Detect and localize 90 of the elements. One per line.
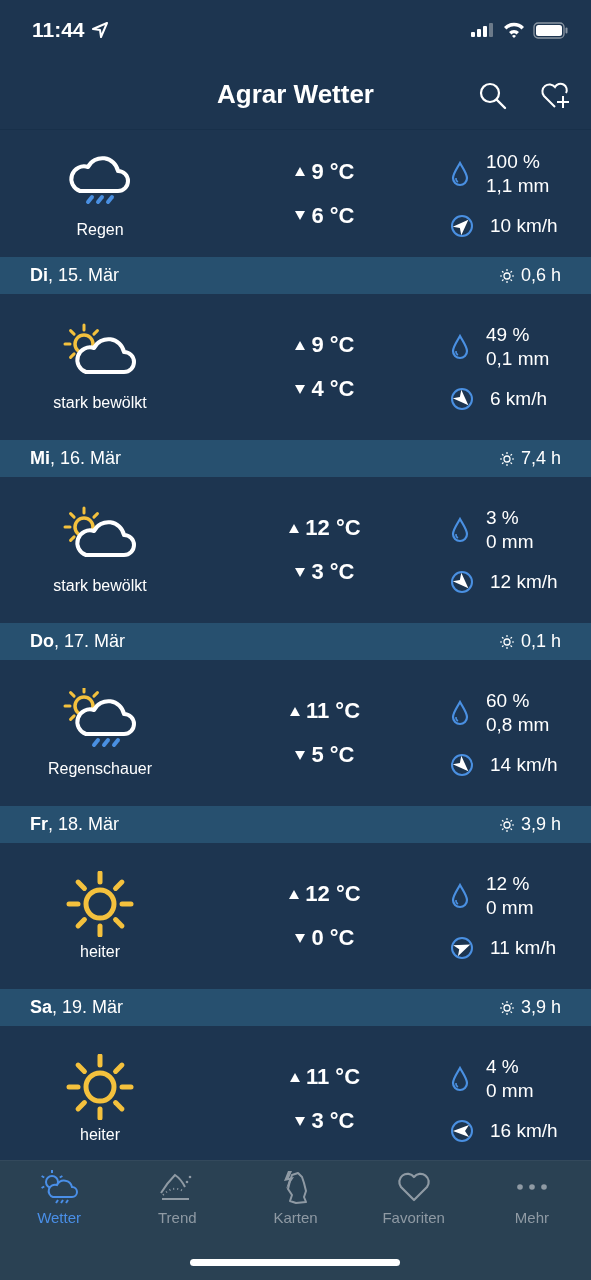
raindrop-icon [450,517,470,543]
sun-icon [498,450,515,467]
wind-speed: 11 km/h [490,937,557,959]
low-temperature: 6 °C [311,202,355,229]
low-temperature: 0 °C [311,925,355,951]
status-time: 11:44 [32,18,85,42]
wind-direction-icon [450,1119,474,1143]
tab-bar-item[interactable]: Favoriten [354,1169,473,1229]
weather-condition: Regen [76,220,124,239]
high-temperature: 11 °C [305,1064,361,1090]
wind-direction-icon [450,387,474,411]
tab-bar-item[interactable]: Karten [236,1169,355,1229]
up-triangle-icon [289,706,300,716]
high-temperature: 11 °C [305,698,361,724]
raindrop-icon [450,160,470,187]
wind-direction-icon [450,753,474,777]
up-triangle-icon [289,523,300,533]
precipitation-chance: 100 % [486,149,541,174]
day-date: Do, 17. Mär [30,631,126,652]
precipitation-amount: 0,8 mm [486,713,550,737]
sunshine-hours: 7,4 h [520,448,561,469]
up-triangle-icon [289,889,300,899]
tab-bar-item[interactable]: Wetter [0,1169,119,1229]
wind-speed: 14 km/h [490,754,558,776]
down-triangle-icon [295,750,306,760]
day-date: Di, 15. Mär [30,265,120,286]
sunshine-hours: 0,6 h [520,265,561,286]
raindrop-icon [450,883,470,909]
down-triangle-icon [295,933,306,943]
search-icon[interactable] [479,82,507,110]
more-icon [516,1184,547,1190]
raindrop-icon [450,334,470,360]
add-favorite-icon[interactable] [541,82,571,110]
sunshine-hours: 3,9 h [520,997,561,1018]
raindrop-icon [450,1066,470,1092]
down-triangle-icon [295,384,306,394]
down-triangle-icon [295,567,306,577]
signal-icon [471,23,495,37]
sun-icon [498,999,515,1016]
up-triangle-icon [289,1072,300,1082]
precipitation-chance: 4 % [486,1055,520,1079]
down-triangle-icon [295,1116,306,1126]
precipitation-chance: 3 % [486,506,520,530]
app-title: Agrar Wetter [217,79,374,110]
low-temperature: 3 °C [311,1108,355,1134]
precipitation-chance: 12 % [486,872,531,896]
tab-bar-item[interactable]: Mehr [472,1169,591,1229]
day-date: Mi, 16. Mär [30,448,122,469]
precipitation-amount: 0 mm [486,1079,534,1103]
high-temperature: 9 °C [311,332,355,358]
wind-speed: 16 km/h [490,1120,558,1142]
precipitation-amount: 1,1 mm [486,173,550,198]
down-triangle-icon [295,211,306,220]
sun-icon [498,816,515,833]
precipitation-amount: 0 mm [486,896,534,920]
precipitation-chance: 49 % [486,323,531,347]
precipitation-amount: 0 mm [486,530,534,554]
day-date: Fr, 18. Mär [30,814,120,835]
low-temperature: 3 °C [311,559,355,585]
sun-icon [498,267,515,284]
wind-speed: 6 km/h [490,388,548,410]
sunshine-hours: 0,1 h [520,631,561,652]
low-temperature: 5 °C [311,742,355,768]
wind-speed: 10 km/h [490,214,558,237]
weather-condition: heiter [80,943,120,961]
wind-direction-icon [450,570,474,594]
battery-icon [533,21,569,39]
weather-condition: Regenschauer [47,760,153,778]
high-temperature: 9 °C [311,158,355,185]
sun-icon [498,633,515,650]
wind-speed: 12 km/h [490,571,558,593]
sunshine-hours: 3,9 h [520,814,561,835]
precipitation-amount: 0,1 mm [486,347,550,371]
location-arrow-icon [90,21,109,39]
wind-direction-icon [450,936,474,960]
high-temperature: 12 °C [305,515,361,541]
day-date: Sa, 19. Mär [30,997,124,1018]
weather-condition: heiter [80,1126,120,1144]
up-triangle-icon [295,167,306,176]
wifi-icon [503,22,525,38]
high-temperature: 12 °C [305,881,361,907]
precipitation-chance: 60 % [486,689,531,713]
weather-condition: stark bewölkt [53,577,147,595]
weather-icon [39,1169,80,1205]
tab-bar-item[interactable]: Trend [118,1169,237,1229]
raindrop-icon [450,700,470,726]
low-temperature: 4 °C [311,376,355,402]
wind-direction-icon [450,213,474,238]
weather-condition: stark bewölkt [53,394,147,412]
up-triangle-icon [295,340,306,350]
